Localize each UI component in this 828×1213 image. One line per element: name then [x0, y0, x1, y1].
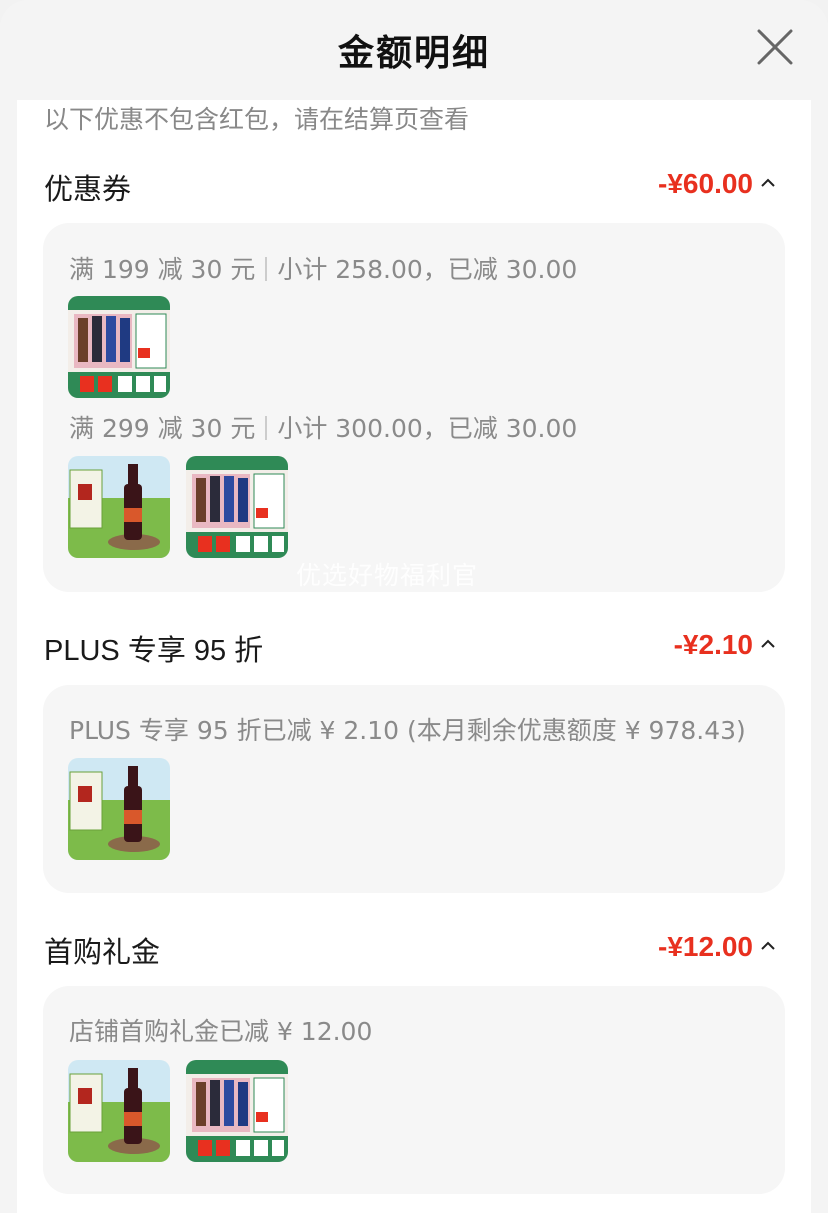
product-thumb-liquor[interactable]: [68, 296, 170, 398]
sheet-header: 金额明细: [0, 0, 828, 96]
close-icon: [757, 29, 793, 65]
page-title: 金额明细: [337, 33, 490, 74]
wine-product-image: [68, 1060, 170, 1162]
section-amount-plus: -¥2.10: [673, 629, 753, 660]
product-thumb-liquor[interactable]: [186, 456, 288, 558]
product-thumb-wine[interactable]: [68, 1060, 170, 1162]
section-title-plus: PLUS 专享 95 折: [44, 635, 264, 667]
section-amount-coupon: -¥60.00: [658, 168, 753, 199]
rule-main: 满 199 减 30 元: [69, 255, 256, 284]
liquor-product-image: [68, 296, 170, 398]
product-thumb-wine[interactable]: [68, 758, 170, 860]
section-title-first-purchase: 首购礼金: [44, 935, 161, 969]
rule-main: 满 299 减 30 元: [69, 414, 256, 443]
product-thumb-liquor[interactable]: [186, 1060, 288, 1162]
coupon-rule-1: 满 199 减 30 元小计 258.00，已减 30.00: [69, 250, 577, 286]
wine-product-image: [68, 758, 170, 860]
coupon-rule-2: 满 299 减 30 元小计 300.00，已减 30.00: [69, 409, 577, 445]
section-title-coupon: 优惠券: [44, 172, 132, 206]
section-amount-first-purchase: -¥12.00: [658, 931, 753, 962]
rule-detail: 小计 258.00，已减 30.00: [277, 255, 578, 284]
liquor-product-image: [186, 456, 288, 558]
liquor-product-image: [186, 1060, 288, 1162]
notice-text: 以下优惠不包含红包，请在结算页查看: [44, 105, 470, 134]
wine-product-image: [68, 456, 170, 558]
plus-rule: PLUS 专享 95 折已减 ¥ 2.10 (本月剩余优惠额度 ¥ 978.43…: [69, 716, 746, 745]
rule-detail: 小计 300.00，已减 30.00: [277, 414, 578, 443]
first-purchase-rule: 店铺首购礼金已减 ¥ 12.00: [69, 1017, 373, 1046]
divider: [265, 416, 268, 440]
chevron-up-icon[interactable]: [760, 941, 776, 951]
close-button[interactable]: [756, 28, 794, 66]
chevron-up-icon[interactable]: [760, 639, 776, 649]
divider: [265, 257, 268, 281]
chevron-up-icon[interactable]: [760, 178, 776, 188]
product-thumb-wine[interactable]: [68, 456, 170, 558]
watermark-text: 优选好物福利官: [296, 561, 479, 590]
